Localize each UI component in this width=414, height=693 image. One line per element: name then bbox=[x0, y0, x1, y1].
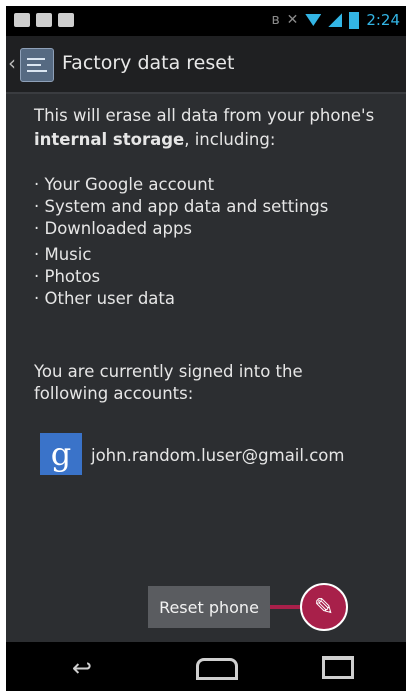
intro-line-1: This will erase all data from your phone… bbox=[34, 106, 375, 125]
intro-bold-text: internal storage bbox=[34, 130, 185, 149]
up-chevron-icon[interactable]: ‹ bbox=[8, 51, 16, 75]
battery-icon bbox=[349, 11, 360, 29]
bag-icon bbox=[36, 13, 52, 27]
home-icon[interactable] bbox=[196, 658, 238, 680]
callout-marker: ✎ bbox=[300, 583, 348, 631]
intro-line-2: internal storage, including: bbox=[34, 128, 275, 152]
system-icons: ʙ ✕ 2:24 bbox=[271, 11, 400, 29]
list-item: · Photos bbox=[34, 267, 101, 286]
signal-icon bbox=[328, 13, 343, 27]
list-item: · Music bbox=[34, 245, 92, 264]
intro-rest-text: , including: bbox=[184, 130, 276, 149]
navigation-bar: ↩ bbox=[6, 642, 406, 691]
clock: 2:24 bbox=[366, 11, 400, 29]
settings-icon[interactable] bbox=[20, 48, 54, 82]
mute-icon: ✕ bbox=[286, 12, 299, 28]
action-bar[interactable]: ‹ Factory data reset bbox=[6, 36, 406, 94]
gamepad-icon bbox=[58, 13, 74, 27]
accounts-line-2: following accounts: bbox=[34, 384, 194, 403]
page-title: Factory data reset bbox=[62, 52, 235, 74]
account-email: john.random.luser@gmail.com bbox=[91, 446, 345, 465]
notification-icons bbox=[14, 13, 74, 27]
phone-screen: ʙ ✕ 2:24 ‹ Factory data reset This will … bbox=[6, 6, 406, 691]
wifi-icon bbox=[305, 14, 322, 26]
chat-icon bbox=[14, 13, 30, 27]
list-item: · Downloaded apps bbox=[34, 219, 193, 238]
google-icon: g bbox=[40, 433, 82, 475]
accounts-line-1: You are currently signed into the bbox=[34, 362, 303, 381]
bluetooth-icon: ʙ bbox=[271, 12, 280, 28]
list-item: · Your Google account bbox=[34, 175, 215, 194]
back-icon[interactable]: ↩ bbox=[72, 654, 92, 682]
recent-apps-icon[interactable] bbox=[322, 656, 354, 679]
status-bar: ʙ ✕ 2:24 bbox=[6, 6, 406, 36]
list-item: · Other user data bbox=[34, 289, 175, 308]
list-item: · System and app data and settings bbox=[34, 197, 329, 216]
reset-phone-button[interactable]: Reset phone bbox=[148, 586, 270, 628]
